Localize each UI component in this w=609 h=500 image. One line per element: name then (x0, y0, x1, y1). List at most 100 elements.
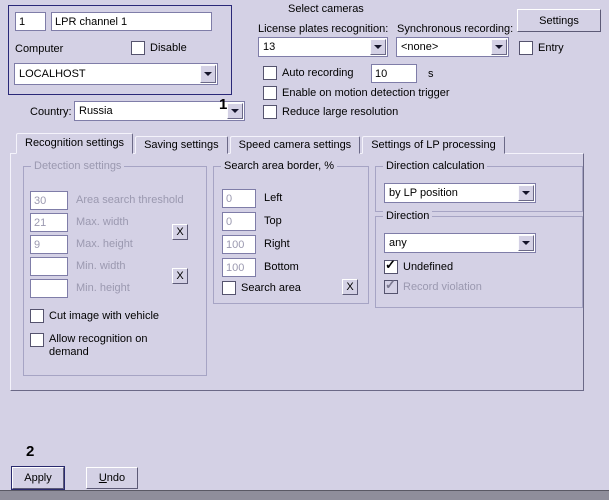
direction-calculation-value: by LP position (389, 187, 458, 199)
border-bottom-label: Bottom (264, 261, 299, 273)
recognition-camera-value: 13 (263, 41, 276, 53)
min-height-label: Min. height (76, 282, 130, 294)
direction-value: any (389, 237, 407, 249)
entry-label: Entry (538, 41, 564, 54)
entry-checkbox[interactable]: Entry (519, 41, 564, 55)
computer-label: Computer (15, 43, 64, 55)
undefined-label: Undefined (403, 260, 454, 273)
border-right-label: Right (264, 238, 290, 250)
callout-1: 1 (219, 96, 228, 113)
tab-saving-settings[interactable]: Saving settings (135, 136, 228, 154)
min-width-label: Min. width (76, 260, 126, 272)
country-label: Country: (30, 106, 72, 118)
undo-button[interactable]: Undo (86, 467, 138, 489)
channel-id-input[interactable] (15, 12, 46, 31)
search-area-checkbox[interactable]: Search area (222, 281, 301, 295)
direction-title: Direction (383, 210, 433, 223)
license-plates-recognition-label: License plates recognition: (258, 23, 389, 35)
recognition-settings-panel: Detection settings Area search threshold… (10, 153, 584, 391)
channel-name-input[interactable] (51, 12, 212, 31)
max-width-input[interactable] (30, 213, 68, 232)
disable-checkbox[interactable]: Disable (131, 41, 187, 55)
record-violation-label: Record violation (403, 280, 482, 293)
sync-recording-value: <none> (401, 41, 439, 53)
search-area-checkbox-box[interactable] (222, 281, 236, 295)
tab-speed-camera-settings[interactable]: Speed camera settings (229, 136, 361, 154)
lpr-channel-settings-window: Computer Disable LOCALHOST Select camera… (0, 0, 609, 500)
min-width-input[interactable] (30, 257, 68, 276)
auto-recording-label: Auto recording (282, 66, 354, 79)
direction-combobox[interactable]: any (384, 233, 536, 253)
allow-recognition-on-demand-checkbox[interactable]: Allow recognition on demand (30, 333, 165, 359)
max-height-input[interactable] (30, 235, 68, 254)
disable-checkbox-box[interactable] (131, 41, 145, 55)
seconds-unit-label: s (428, 68, 434, 80)
motion-trigger-label: Enable on motion detection trigger (282, 86, 450, 99)
area-search-threshold-input[interactable] (30, 191, 68, 210)
record-violation-checkbox: Record violation (384, 278, 482, 294)
max-width-label: Max. width (76, 216, 129, 228)
bottom-status-bar (0, 490, 609, 500)
max-height-label: Max. height (76, 238, 133, 250)
apply-button[interactable]: Apply (11, 466, 65, 490)
undo-button-label: Undo (98, 472, 126, 484)
border-left-input[interactable] (222, 189, 256, 208)
detection-settings-title: Detection settings (31, 160, 125, 173)
cut-image-with-vehicle-checkbox[interactable]: Cut image with vehicle (30, 309, 159, 323)
min-height-input[interactable] (30, 279, 68, 298)
recognition-camera-combobox[interactable]: 13 (258, 37, 388, 57)
auto-recording-time-input[interactable] (371, 64, 417, 83)
computer-combobox[interactable]: LOCALHOST (14, 63, 218, 85)
undefined-checkbox-box[interactable] (384, 258, 398, 274)
chevron-down-icon[interactable] (200, 65, 216, 83)
auto-recording-checkbox[interactable]: Auto recording (263, 66, 354, 80)
country-value: Russia (79, 105, 113, 117)
settings-button[interactable]: Settings (517, 9, 601, 32)
border-top-label: Top (264, 215, 282, 227)
direction-group: Direction any Undefined Record violation (375, 210, 583, 308)
border-left-label: Left (264, 192, 283, 204)
border-right-input[interactable] (222, 235, 256, 254)
motion-trigger-checkbox[interactable]: Enable on motion detection trigger (263, 86, 450, 100)
area-search-threshold-label: Area search threshold (76, 194, 184, 206)
chevron-down-icon[interactable] (370, 39, 386, 55)
chevron-down-icon[interactable] (518, 185, 534, 201)
clear-min-size-button[interactable]: X (172, 268, 188, 284)
entry-checkbox-box[interactable] (519, 41, 533, 55)
motion-trigger-checkbox-box[interactable] (263, 86, 277, 100)
clear-search-area-button[interactable]: X (342, 279, 358, 295)
cut-image-label: Cut image with vehicle (49, 309, 160, 322)
synchronous-recording-label: Synchronous recording: (397, 23, 514, 35)
auto-recording-checkbox-box[interactable] (263, 66, 277, 80)
search-area-border-title: Search area border, % (221, 160, 338, 173)
select-cameras-title: Select cameras (288, 3, 364, 15)
cut-image-checkbox-box[interactable] (30, 309, 44, 323)
allow-demand-label: Allow recognition on demand (49, 333, 148, 358)
allow-demand-checkbox-box[interactable] (30, 333, 44, 347)
disable-label: Disable (150, 41, 187, 54)
computer-combobox-value: LOCALHOST (19, 68, 86, 80)
record-violation-checkbox-box (384, 278, 398, 294)
chevron-down-icon[interactable] (491, 39, 507, 55)
tab-recognition-settings[interactable]: Recognition settings (16, 133, 134, 154)
reduce-resolution-checkbox-box[interactable] (263, 105, 277, 119)
search-area-label: Search area (241, 281, 301, 294)
direction-calculation-combobox[interactable]: by LP position (384, 183, 536, 203)
detection-settings-group: Detection settings Area search threshold… (23, 160, 207, 376)
channel-identity-panel: Computer Disable LOCALHOST (8, 5, 232, 95)
direction-calculation-group: Direction calculation by LP position (375, 160, 583, 212)
tab-settings-of-lp-processing[interactable]: Settings of LP processing (362, 136, 505, 154)
callout-2: 2 (26, 443, 35, 460)
chevron-down-icon[interactable] (518, 235, 534, 251)
search-area-border-group: Search area border, % Left Top Right Bot… (213, 160, 369, 304)
settings-tabstrip: Recognition settings Saving settings Spe… (16, 133, 507, 154)
direction-calculation-title: Direction calculation (383, 160, 488, 173)
sync-recording-combobox[interactable]: <none> (396, 37, 509, 57)
border-bottom-input[interactable] (222, 258, 256, 277)
clear-max-size-button[interactable]: X (172, 224, 188, 240)
chevron-down-icon[interactable] (227, 103, 243, 119)
reduce-resolution-checkbox[interactable]: Reduce large resolution (263, 105, 398, 119)
reduce-resolution-label: Reduce large resolution (282, 105, 399, 118)
border-top-input[interactable] (222, 212, 256, 231)
undefined-checkbox[interactable]: Undefined (384, 258, 454, 274)
